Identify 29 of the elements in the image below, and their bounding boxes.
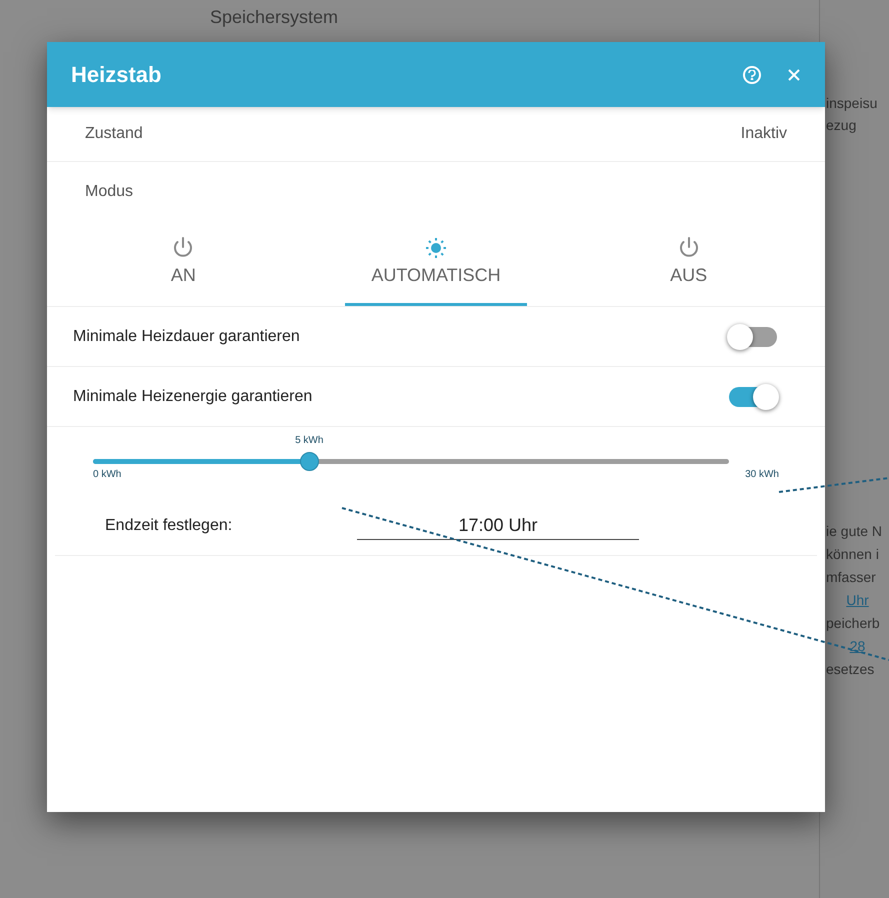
mode-tab[interactable]: AUS — [597, 222, 780, 306]
notice-text: mfasser — [826, 568, 876, 587]
panel-title: Speichersystem — [210, 7, 338, 27]
slider-max-label: 30 kWh — [745, 468, 779, 482]
sun-icon — [424, 236, 448, 260]
side-text: inspeisu — [826, 94, 878, 113]
mode-tab[interactable]: AN — [92, 222, 275, 306]
side-text: ezug — [826, 116, 858, 135]
notice-text: peicherb — [826, 614, 880, 633]
option-label: Minimale Heizdauer garantieren — [73, 326, 300, 346]
end-time-field[interactable]: 17:00 Uhr — [357, 512, 639, 540]
status-value: Inaktiv — [740, 124, 787, 144]
notice-text: können i — [826, 545, 879, 564]
help-icon[interactable] — [743, 66, 761, 84]
option-label: Minimale Heizenergie garantieren — [73, 386, 312, 406]
mode-tab[interactable]: AUTOMATISCH — [344, 222, 528, 306]
toggle-switch[interactable] — [729, 326, 777, 346]
power-icon — [678, 236, 700, 260]
power-icon — [172, 236, 194, 260]
slider-reading: 5 kWh — [295, 434, 324, 448]
notice-text: ie gute N — [826, 522, 882, 541]
mode-label: Modus — [85, 182, 134, 202]
end-time-label: Endzeit festlegen: — [105, 516, 234, 536]
status-label: Zustand — [85, 124, 143, 144]
dialog-title: Heizstab — [71, 61, 162, 89]
slider-thumb[interactable] — [300, 452, 320, 471]
notice-text: esetzes — [826, 660, 874, 679]
slider-min-label: 0 kWh — [93, 468, 122, 482]
close-icon[interactable] — [787, 68, 801, 82]
